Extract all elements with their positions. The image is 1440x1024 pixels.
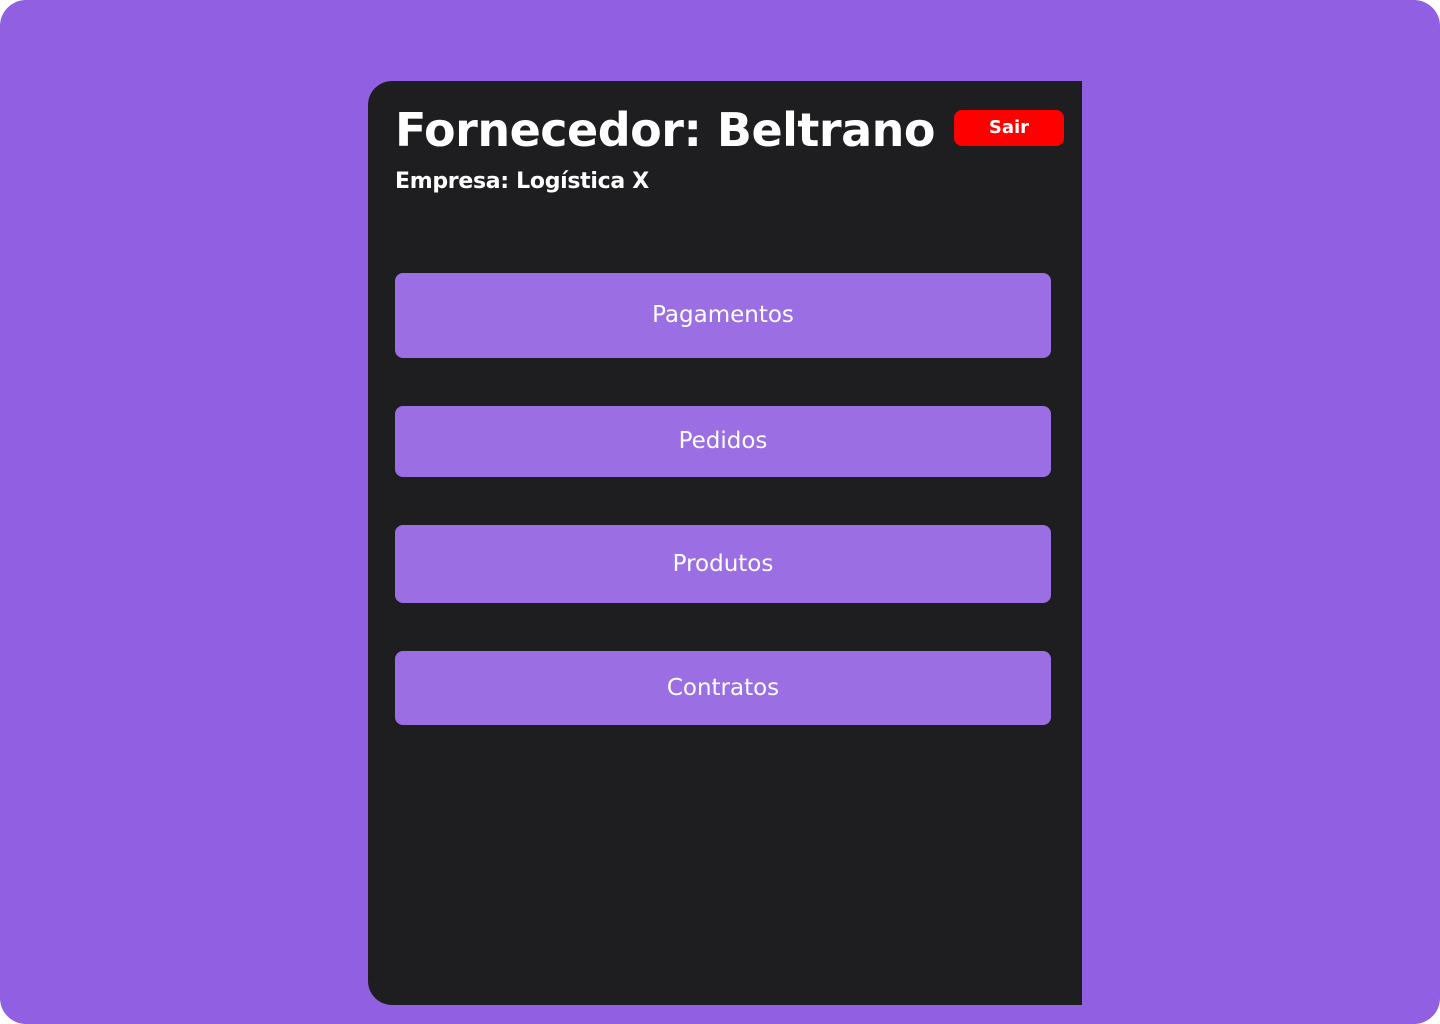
contracts-button[interactable]: Contratos	[395, 651, 1051, 725]
company-subtitle: Empresa: Logística X	[395, 169, 649, 194]
products-button[interactable]: Produtos	[395, 525, 1051, 603]
orders-button[interactable]: Pedidos	[395, 406, 1051, 477]
app-background: Fornecedor: Beltrano Sair Empresa: Logís…	[0, 0, 1440, 1024]
logout-button[interactable]: Sair	[954, 110, 1064, 146]
page-title: Fornecedor: Beltrano	[395, 103, 935, 157]
payments-button[interactable]: Pagamentos	[395, 273, 1051, 358]
supplier-panel: Fornecedor: Beltrano Sair Empresa: Logís…	[368, 81, 1082, 1005]
